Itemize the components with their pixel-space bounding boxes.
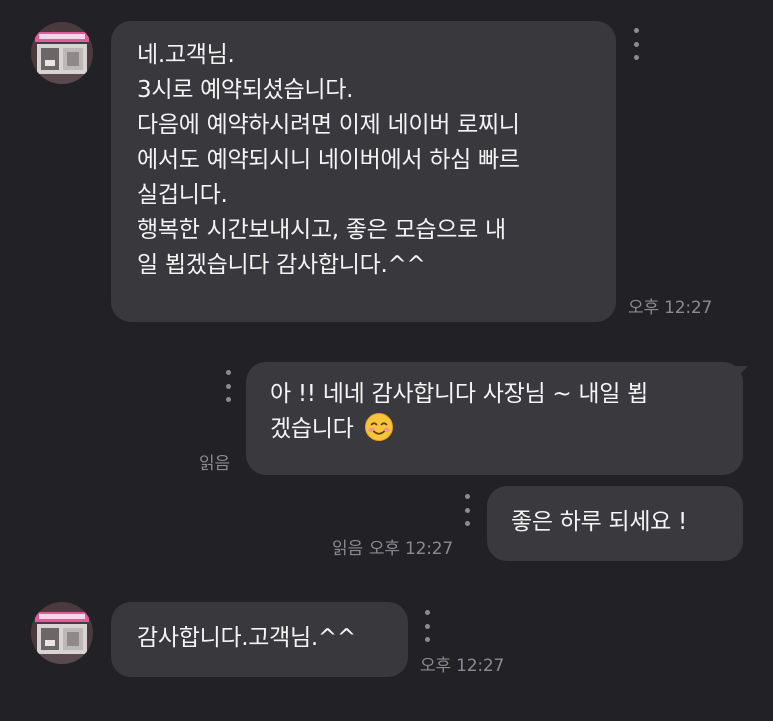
message-bubble-3[interactable]: 좋은 하루 되세요 ! <box>487 486 743 561</box>
message-time: 오후 12:27 <box>368 539 453 559</box>
more-options-icon[interactable] <box>632 28 640 60</box>
message-line: 실겁니다. <box>137 182 228 208</box>
shop-avatar[interactable] <box>31 22 93 84</box>
message-bubble-1[interactable]: 네.고객님. 3시로 예약되셨습니다. 다음에 예약하시려면 이제 네이버 로찌… <box>111 21 616 322</box>
message-line: 네.고객님. <box>137 42 235 68</box>
message-line: 행복한 시간보내시고, 좋은 모습으로 내 <box>137 217 506 243</box>
message-line: 3시로 예약되셨습니다. <box>137 77 354 103</box>
message-bubble-4[interactable]: 감사합니다.고객님.^^ <box>111 602 408 677</box>
more-options-icon[interactable] <box>423 610 431 642</box>
more-options-icon[interactable] <box>224 370 232 402</box>
message-meta: 읽음 오후 12:27 <box>332 534 453 559</box>
message-time: 오후 12:27 <box>420 656 505 676</box>
message-line: 일 뵙겠습니다 감사합니다.^^ <box>137 252 426 278</box>
message-time: 오후 12:27 <box>628 298 713 318</box>
message-line: 아 !! 네네 감사합니다 사장님 ~ 내일 뵙 <box>270 381 648 407</box>
message-bubble-2[interactable]: 아 !! 네네 감사합니다 사장님 ~ 내일 뵙 겠습니다 <box>246 362 743 475</box>
shop-avatar-icon <box>31 22 93 84</box>
message-line: 다음에 예약하시려면 이제 네이버 로찌니 <box>137 112 520 138</box>
smiling-face-icon <box>365 413 394 441</box>
shop-avatar-icon <box>31 602 93 664</box>
read-status: 읽음 <box>199 454 230 474</box>
message-line: 에서도 예약되시니 네이버에서 하심 빠르 <box>137 147 520 173</box>
message-line: 감사합니다.고객님.^^ <box>137 625 356 651</box>
message-line: 겠습니다 <box>270 412 719 447</box>
more-options-icon[interactable] <box>463 494 471 526</box>
shop-avatar[interactable] <box>31 602 93 664</box>
read-status: 읽음 <box>332 539 363 559</box>
message-line: 좋은 하루 되세요 ! <box>511 509 687 535</box>
